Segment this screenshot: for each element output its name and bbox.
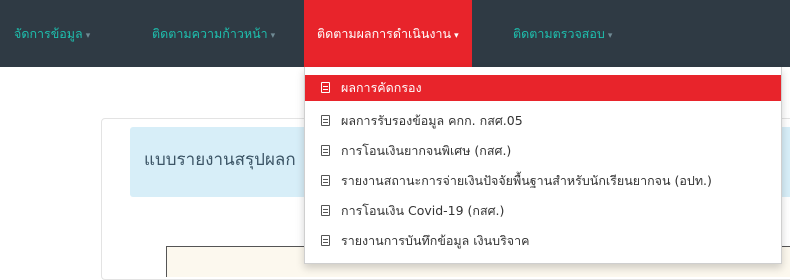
list-icon [321,205,330,216]
top-navbar: จัดการข้อมูล ▾ ติดตามความก้าวหน้า ▾ ติดตาม… [0,0,790,67]
menu-item-label: รายงานการบันทึกข้อมูล เงินบริจาค [341,233,530,248]
nav-manage-data[interactable]: จัดการข้อมูล ▾ [14,0,90,67]
nav-audit[interactable]: ติดตามตรวจสอบ ▾ [513,0,612,67]
menu-item-label: ผลการคัดกรอง [341,80,422,95]
chevron-down-icon: ▾ [607,31,613,41]
nav-results[interactable]: ติดตามผลการดำเนินงาน ▾ [304,0,472,67]
menu-item-label: ผลการรับรองข้อมูล คกก. กสศ.05 [341,113,523,128]
list-icon [321,175,330,186]
report-card-title: แบบรายงานสรุปผลก [144,150,296,170]
menu-item-special-poverty-transfer[interactable]: การโอนเงินยากจนพิเศษ (กสศ.) [305,138,781,164]
list-icon [321,145,330,156]
chevron-down-icon: ▾ [270,31,276,41]
nav-manage-data-label: จัดการข้อมูล [14,26,83,41]
nav-audit-label: ติดตามตรวจสอบ [513,26,605,41]
list-icon [321,82,330,93]
list-icon [321,235,330,246]
menu-item-label: การโอนเงินยากจนพิเศษ (กสศ.) [341,143,512,158]
menu-item-label: รายงานสถานะการจ่ายเงินปัจจัยพื้นฐานสำหรั… [341,173,712,188]
menu-item-donation-records[interactable]: รายงานการบันทึกข้อมูล เงินบริจาค [305,228,781,254]
chevron-down-icon: ▾ [85,31,91,41]
menu-item-label: การโอนเงิน Covid-19 (กสศ.) [341,203,505,218]
menu-item-data-certification[interactable]: ผลการรับรองข้อมูล คกก. กสศ.05 [305,108,781,134]
menu-item-payment-status-report[interactable]: รายงานสถานะการจ่ายเงินปัจจัยพื้นฐานสำหรั… [305,168,781,194]
list-icon [321,115,330,126]
menu-item-screening-results[interactable]: ผลการคัดกรอง [305,75,781,101]
menu-item-covid-transfer[interactable]: การโอนเงิน Covid-19 (กสศ.) [305,198,781,224]
nav-progress[interactable]: ติดตามความก้าวหน้า ▾ [152,0,275,67]
nav-progress-label: ติดตามความก้าวหน้า [152,26,268,41]
nav-results-label: ติดตามผลการดำเนินงาน [317,26,452,41]
results-dropdown-menu: ผลการคัดกรอง ผลการรับรองข้อมูล คกก. กสศ.… [304,67,782,264]
chevron-down-icon: ▾ [454,31,459,41]
